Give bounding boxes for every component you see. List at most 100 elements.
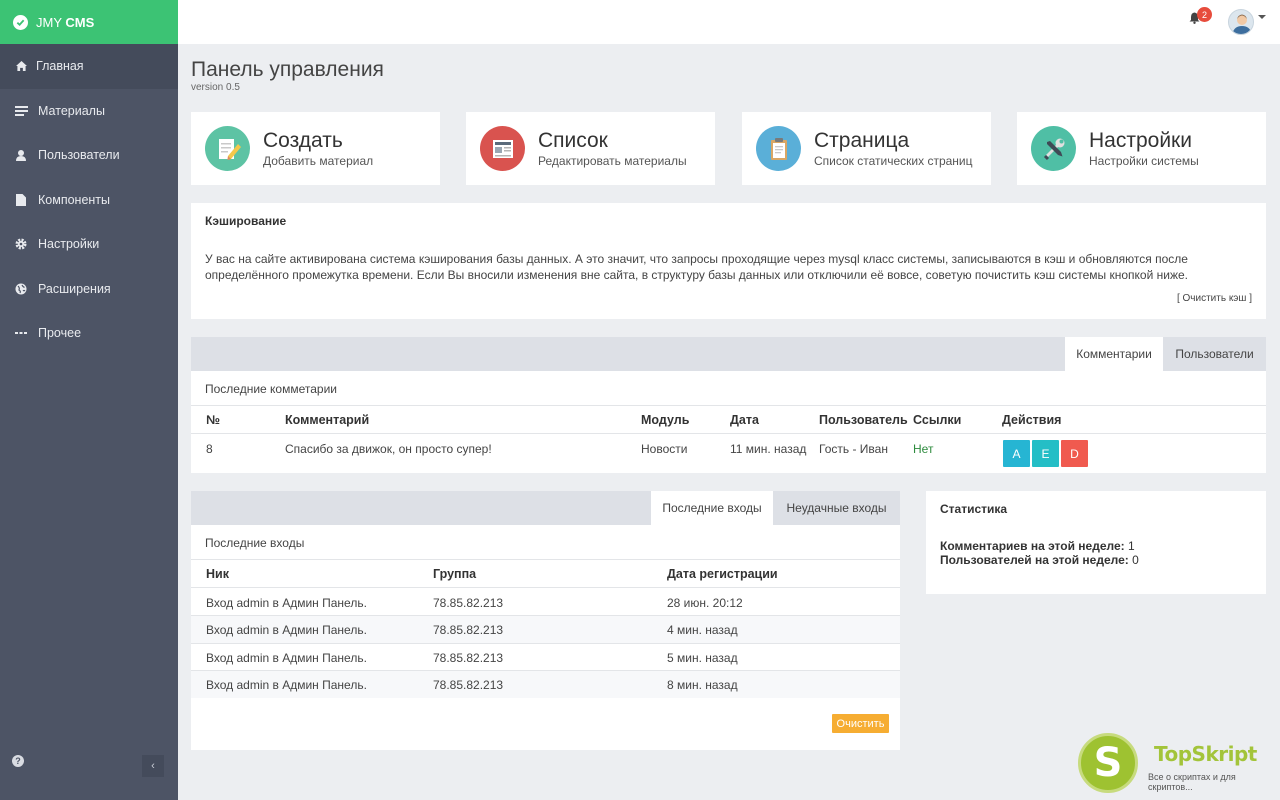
delete-button[interactable]: D: [1061, 440, 1088, 467]
divider: [191, 405, 1266, 406]
comment-links: Нет: [913, 442, 934, 456]
section-label: Последние комметарии: [205, 382, 337, 396]
divider: [191, 433, 1266, 434]
login-nick: Вход admin в Админ Панель.: [206, 678, 367, 692]
stats-title: Статистика: [940, 502, 1008, 516]
comment-text: Спасибо за движок, он просто супер!: [285, 442, 492, 456]
column-header: Действия: [1002, 413, 1062, 427]
quick-card-title: Настройки: [1089, 129, 1192, 152]
comment-number: 8: [206, 442, 213, 456]
column-header: Группа: [433, 567, 477, 581]
login-group: 78.85.82.213: [433, 678, 504, 692]
sidebar: JMY CMS Главная Материалы Пользователи К…: [0, 0, 178, 800]
chevron-down-icon[interactable]: [1258, 15, 1266, 19]
login-date: 28 июн. 20:12: [667, 596, 743, 610]
avatar[interactable]: [1228, 9, 1254, 35]
sidebar-item-extensions[interactable]: Расширения: [0, 267, 178, 312]
tab-failed-logins[interactable]: Неудачные входы: [773, 491, 900, 525]
quick-create-card[interactable]: Создать Добавить материал: [191, 112, 440, 185]
column-header: Дата: [730, 413, 759, 427]
cache-description: У вас на сайте активирована система кэши…: [205, 252, 1188, 282]
comment-module: Новости: [641, 442, 688, 456]
collapse-sidebar-button[interactable]: ‹: [142, 755, 164, 777]
column-header: Ник: [206, 567, 229, 581]
watermark-subtitle: Все о скриптах и для скриптов...: [1148, 772, 1236, 792]
login-group: 78.85.82.213: [433, 651, 504, 665]
section-label: Последние входы: [205, 536, 305, 550]
sidebar-item-label: Пользователи: [38, 148, 120, 163]
user-icon: [14, 148, 28, 162]
dots-icon: [14, 326, 28, 340]
sidebar-item-other[interactable]: Прочее: [0, 311, 178, 356]
cache-panel: Кэширование У вас на сайте активирована …: [191, 203, 1266, 319]
sidebar-item-home[interactable]: Главная: [0, 44, 178, 89]
clear-cache-link[interactable]: [ Очистить кэш ]: [1177, 293, 1252, 304]
quick-page-card[interactable]: Страница Список статических страниц: [742, 112, 991, 185]
edit-button[interactable]: E: [1032, 440, 1059, 467]
list-icon: [14, 104, 28, 118]
quick-card-subtitle: Список статических страниц: [814, 154, 973, 168]
sidebar-item-label: Материалы: [38, 103, 105, 118]
sidebar-item-label: Компоненты: [38, 192, 111, 207]
newspaper-icon: [480, 126, 525, 171]
logins-tabbar: Последние входы Неудачные входы: [191, 491, 900, 525]
stats-panel: Статистика Комментариев на этой неделе: …: [926, 491, 1266, 594]
stat-comments: Комментариев на этой неделе: 1: [940, 539, 1135, 553]
sidebar-item-components[interactable]: Компоненты: [0, 178, 178, 223]
divider: [191, 559, 900, 560]
column-header: Пользователь: [819, 413, 908, 427]
clipboard-icon: [756, 126, 801, 171]
file-icon: [14, 193, 28, 207]
page-version: version 0.5: [191, 82, 240, 93]
comment-date: 11 мин. назад: [730, 442, 807, 456]
stat-users: Пользователей на этой неделе: 0: [940, 553, 1139, 567]
sidebar-item-settings[interactable]: Настройки: [0, 222, 178, 267]
login-group: 78.85.82.213: [433, 596, 504, 610]
watermark-title: TopSkript: [1154, 742, 1257, 766]
quick-card-title: Страница: [814, 129, 910, 152]
column-header: Дата регистрации: [667, 567, 778, 581]
sidebar-item-label: Настройки: [38, 237, 100, 252]
quick-card-subtitle: Редактировать материалы: [538, 154, 687, 168]
approve-button[interactable]: A: [1003, 440, 1030, 467]
brand-logo[interactable]: JMY CMS: [0, 0, 178, 44]
tools-icon: [1031, 126, 1076, 171]
login-date: 4 мин. назад: [667, 623, 738, 637]
login-nick: Вход admin в Админ Панель.: [206, 651, 367, 665]
column-header: Ссылки: [913, 413, 962, 427]
check-circle-icon: [13, 14, 28, 30]
comment-user: Гость - Иван: [819, 442, 888, 456]
notification-badge: 2: [1197, 7, 1212, 22]
quick-settings-card[interactable]: Настройки Настройки системы: [1017, 112, 1266, 185]
home-icon: [14, 59, 28, 73]
login-date: 8 мин. назад: [667, 678, 738, 692]
login-nick: Вход admin в Админ Панель.: [206, 623, 367, 637]
quick-list-card[interactable]: Список Редактировать материалы: [466, 112, 715, 185]
quick-card-title: Создать: [263, 129, 343, 152]
divider: [191, 643, 900, 644]
help-icon[interactable]: ?: [12, 755, 24, 767]
cache-title: Кэширование: [205, 214, 287, 228]
sidebar-item-users[interactable]: Пользователи: [0, 133, 178, 178]
sidebar-item-label: Главная: [36, 59, 84, 74]
gear-icon: [14, 237, 28, 251]
comments-tabbar: Комментарии Пользователи: [191, 337, 1266, 371]
tab-users[interactable]: Пользователи: [1163, 337, 1266, 371]
quick-card-subtitle: Настройки системы: [1089, 154, 1199, 168]
quick-card-title: Список: [538, 129, 608, 152]
tab-comments[interactable]: Комментарии: [1065, 337, 1163, 371]
page-title: Панель управления: [191, 58, 384, 81]
login-nick: Вход admin в Админ Панель.: [206, 596, 367, 610]
pencil-paper-icon: [205, 126, 250, 171]
sidebar-item-label: Расширения: [38, 281, 111, 296]
sidebar-item-materials[interactable]: Материалы: [0, 89, 178, 134]
brand-name: JMY CMS: [36, 14, 95, 30]
divider: [191, 587, 900, 588]
login-group: 78.85.82.213: [433, 623, 504, 637]
tab-recent-logins[interactable]: Последние входы: [651, 491, 773, 525]
clear-logins-button[interactable]: Очистить: [832, 714, 889, 733]
topbar: 2: [178, 0, 1280, 44]
login-date: 5 мин. назад: [667, 651, 738, 665]
quick-card-subtitle: Добавить материал: [263, 154, 374, 168]
column-header: №: [206, 413, 220, 427]
